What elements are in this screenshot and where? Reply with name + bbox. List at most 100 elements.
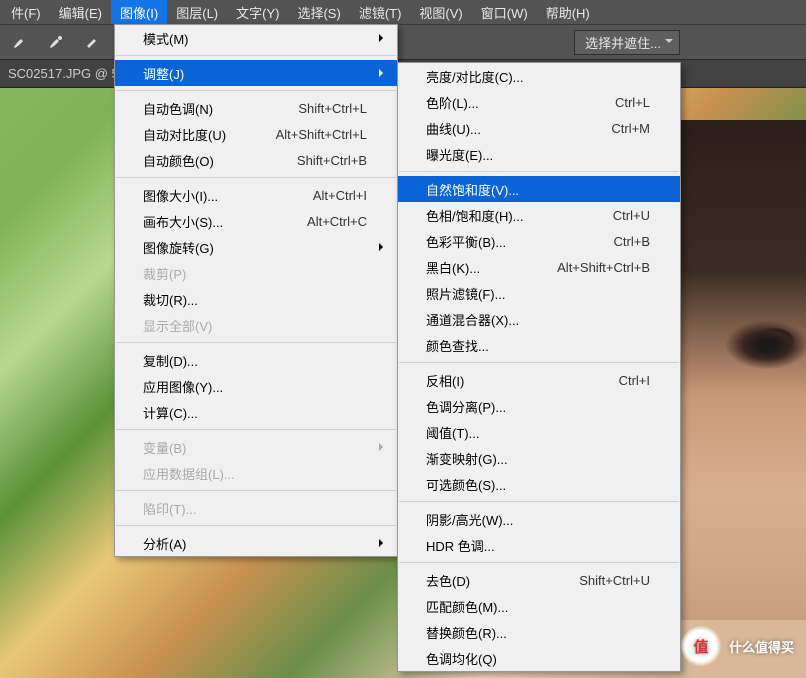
menu-item-label: 分析(A) bbox=[143, 534, 367, 553]
image-menu: 模式(M) 调整(J) 自动色调(N)Shift+Ctrl+L自动对比度(U)Alt… bbox=[114, 24, 398, 557]
menu-item[interactable]: HDR 色调... bbox=[398, 532, 680, 558]
menu-item[interactable]: 自动颜色(O)Shift+Ctrl+B bbox=[115, 147, 397, 173]
menu-shortcut: Alt+Ctrl+I bbox=[313, 188, 367, 203]
menu-shortcut: Alt+Shift+Ctrl+B bbox=[557, 260, 650, 275]
menu-item[interactable]: 色彩平衡(B)...Ctrl+B bbox=[398, 228, 680, 254]
menu-item-label: 显示全部(V) bbox=[143, 316, 367, 335]
menu-item[interactable]: 颜色查找... bbox=[398, 332, 680, 358]
menu-编辑(E)[interactable]: 编辑(E) bbox=[50, 0, 111, 25]
menu-item-label: HDR 色调... bbox=[426, 536, 650, 555]
brush-icon[interactable] bbox=[78, 30, 106, 54]
menu-item[interactable]: 色调均化(Q) bbox=[398, 645, 680, 671]
menu-item-label: 图像旋转(G) bbox=[143, 238, 367, 257]
menu-separator bbox=[116, 429, 396, 430]
menu-shortcut: Ctrl+B bbox=[614, 234, 650, 249]
menu-件(F)[interactable]: 件(F) bbox=[2, 0, 50, 25]
menu-item-label: 自然饱和度(V)... bbox=[426, 180, 650, 199]
menu-item[interactable]: 匹配颜色(M)... bbox=[398, 593, 680, 619]
menu-item[interactable]: 自然饱和度(V)... bbox=[398, 176, 680, 202]
menu-item[interactable]: 应用图像(Y)... bbox=[115, 373, 397, 399]
menu-item-label: 曲线(U)... bbox=[426, 119, 587, 138]
menu-shortcut: Ctrl+U bbox=[613, 208, 650, 223]
menu-item[interactable]: 可选颜色(S)... bbox=[398, 471, 680, 497]
menu-item-label: 替换颜色(R)... bbox=[426, 623, 650, 642]
menu-item-label: 变量(B) bbox=[143, 438, 367, 457]
menu-item[interactable]: 反相(I) Ctrl+I bbox=[398, 367, 680, 393]
menu-item: 裁剪(P) bbox=[115, 260, 397, 286]
menu-separator bbox=[116, 525, 396, 526]
menu-视图(V)[interactable]: 视图(V) bbox=[410, 0, 471, 25]
menu-item-label: 匹配颜色(M)... bbox=[426, 597, 650, 616]
menu-shortcut: Shift+Ctrl+B bbox=[297, 153, 367, 168]
menu-选择(S)[interactable]: 选择(S) bbox=[288, 0, 349, 25]
menu-item-label: 调整(J) bbox=[143, 64, 367, 83]
menu-separator bbox=[116, 90, 396, 91]
menu-item[interactable]: 复制(D)... bbox=[115, 347, 397, 373]
menu-shortcut: Alt+Ctrl+C bbox=[307, 214, 367, 229]
menu-item[interactable]: 阴影/高光(W)... bbox=[398, 506, 680, 532]
menu-separator bbox=[399, 562, 679, 563]
menu-item[interactable]: 去色(D)Shift+Ctrl+U bbox=[398, 567, 680, 593]
menu-shortcut: Ctrl+L bbox=[615, 95, 650, 110]
menu-item[interactable]: 裁切(R)... bbox=[115, 286, 397, 312]
menu-item-label: 亮度/对比度(C)... bbox=[426, 67, 650, 86]
menu-item-label: 阈值(T)... bbox=[426, 423, 650, 442]
menu-item[interactable]: 色阶(L)... Ctrl+L bbox=[398, 89, 680, 115]
menu-item[interactable]: 图像大小(I)... Alt+Ctrl+I bbox=[115, 182, 397, 208]
menu-item[interactable]: 画布大小(S)...Alt+Ctrl+C bbox=[115, 208, 397, 234]
watermark-badge-icon: 值 bbox=[681, 626, 721, 666]
menu-item: 变量(B) bbox=[115, 434, 397, 460]
menu-separator bbox=[116, 490, 396, 491]
menu-bar: 件(F)编辑(E)图像(I)图层(L)文字(Y)选择(S)滤镜(T)视图(V)窗… bbox=[0, 0, 806, 24]
menu-item-label: 反相(I) bbox=[426, 371, 595, 390]
menu-item[interactable]: 阈值(T)... bbox=[398, 419, 680, 445]
menu-item-label: 应用图像(Y)... bbox=[143, 377, 367, 396]
menu-item[interactable]: 亮度/对比度(C)... bbox=[398, 63, 680, 89]
menu-窗口(W)[interactable]: 窗口(W) bbox=[472, 0, 537, 25]
menu-item[interactable]: 模式(M) bbox=[115, 25, 397, 51]
menu-滤镜(T)[interactable]: 滤镜(T) bbox=[350, 0, 411, 25]
menu-item[interactable]: 色相/饱和度(H)...Ctrl+U bbox=[398, 202, 680, 228]
menu-item[interactable]: 图像旋转(G) bbox=[115, 234, 397, 260]
document-tab[interactable]: SC02517.JPG @ 5 bbox=[8, 66, 119, 81]
menu-separator bbox=[116, 55, 396, 56]
menu-item[interactable]: 计算(C)... bbox=[115, 399, 397, 425]
menu-item[interactable]: 自动色调(N)Shift+Ctrl+L bbox=[115, 95, 397, 121]
menu-item: 应用数据组(L)... bbox=[115, 460, 397, 486]
menu-图层(L)[interactable]: 图层(L) bbox=[167, 0, 227, 25]
menu-item[interactable]: 曝光度(E)... bbox=[398, 141, 680, 167]
menu-item-label: 色调均化(Q) bbox=[426, 649, 650, 668]
menu-item[interactable]: 黑白(K)... Alt+Shift+Ctrl+B bbox=[398, 254, 680, 280]
menu-item-label: 色阶(L)... bbox=[426, 93, 591, 112]
select-and-mask-button[interactable]: 选择并遮住... bbox=[574, 30, 680, 55]
brush-icon[interactable] bbox=[42, 30, 70, 54]
menu-item-label: 色调分离(P)... bbox=[426, 397, 650, 416]
menu-图像(I)[interactable]: 图像(I) bbox=[111, 0, 167, 25]
menu-item-label: 渐变映射(G)... bbox=[426, 449, 650, 468]
menu-shortcut: Ctrl+M bbox=[611, 121, 650, 136]
menu-shortcut: Ctrl+I bbox=[619, 373, 650, 388]
menu-item[interactable]: 渐变映射(G)... bbox=[398, 445, 680, 471]
menu-item-label: 图像大小(I)... bbox=[143, 186, 289, 205]
menu-item: 陷印(T)... bbox=[115, 495, 397, 521]
menu-帮助(H)[interactable]: 帮助(H) bbox=[537, 0, 599, 25]
menu-文字(Y)[interactable]: 文字(Y) bbox=[227, 0, 288, 25]
menu-item-label: 复制(D)... bbox=[143, 351, 367, 370]
brush-icon[interactable] bbox=[6, 30, 34, 54]
menu-item[interactable]: 自动对比度(U)Alt+Shift+Ctrl+L bbox=[115, 121, 397, 147]
menu-item-label: 裁切(R)... bbox=[143, 290, 367, 309]
menu-item[interactable]: 色调分离(P)... bbox=[398, 393, 680, 419]
menu-shortcut: Alt+Shift+Ctrl+L bbox=[276, 127, 367, 142]
menu-item: 显示全部(V) bbox=[115, 312, 397, 338]
menu-item-label: 阴影/高光(W)... bbox=[426, 510, 650, 529]
watermark: 值 什么值得买 bbox=[681, 626, 794, 666]
menu-item[interactable]: 调整(J) bbox=[115, 60, 397, 86]
menu-item[interactable]: 照片滤镜(F)... bbox=[398, 280, 680, 306]
menu-item-label: 黑白(K)... bbox=[426, 258, 533, 277]
menu-item[interactable]: 曲线(U)... Ctrl+M bbox=[398, 115, 680, 141]
menu-item-label: 模式(M) bbox=[143, 29, 367, 48]
menu-item[interactable]: 分析(A) bbox=[115, 530, 397, 556]
menu-item[interactable]: 替换颜色(R)... bbox=[398, 619, 680, 645]
menu-item[interactable]: 通道混合器(X)... bbox=[398, 306, 680, 332]
menu-separator bbox=[399, 171, 679, 172]
